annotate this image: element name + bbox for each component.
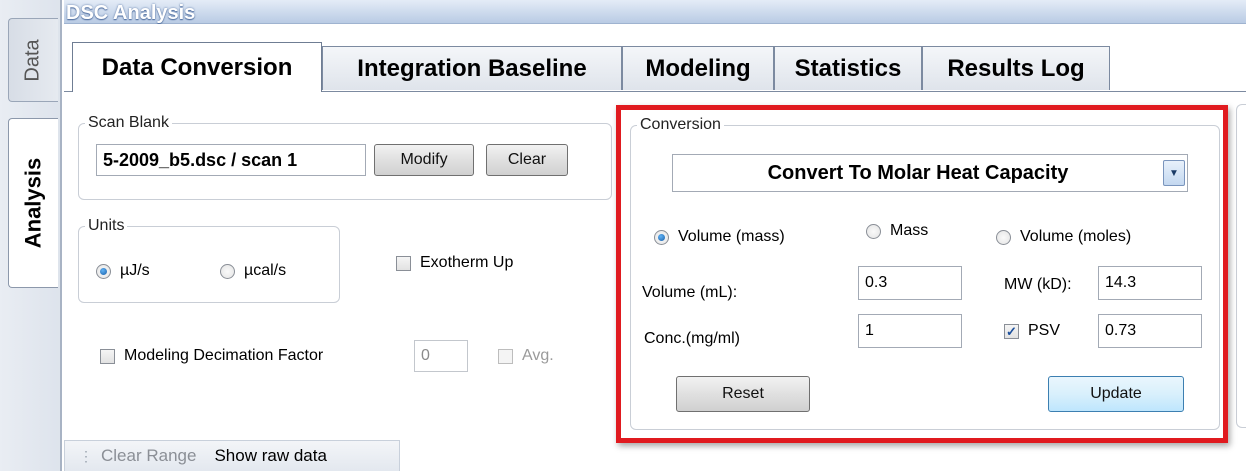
conc-label: Conc.(mg/ml) [644,330,741,347]
decimation-field[interactable]: 0 [414,340,468,372]
volume-mass-label: Volume (mass) [678,228,785,245]
side-tab-data[interactable]: Data [8,18,58,102]
bottom-toolbar: ⋮ Clear Range Show raw data [64,440,400,471]
app-header [64,0,1246,24]
units-group: Units [78,217,340,303]
tab-integration-baseline[interactable]: Integration Baseline [322,46,622,90]
units-ucals-label: µcal/s [244,262,287,279]
conc-field[interactable]: 1 [858,314,962,348]
scan-blank-legend: Scan Blank [88,114,169,131]
show-raw-data-button[interactable]: Show raw data [214,446,326,466]
radio-unselected-icon [866,223,881,239]
radio-unselected-icon [220,263,235,279]
decimation-label: Modeling Decimation Factor [124,347,324,364]
bottom-area [400,455,1246,471]
mw-field[interactable]: 14.3 [1098,266,1202,300]
adjacent-group-edge [1236,104,1246,428]
side-tab-data-label: Data [22,38,44,82]
toolbar-grip-icon[interactable]: ⋮ [79,448,93,465]
tab-statistics[interactable]: Statistics [774,46,922,90]
side-tab-analysis[interactable]: Analysis [8,118,58,288]
app-title: DSC Analysis [66,2,196,24]
volume-label: Volume (mL): [642,284,738,301]
side-strip-divider [60,0,62,471]
units-legend: Units [88,217,125,234]
clear-range-button[interactable]: Clear Range [101,446,196,466]
psv-checkbox[interactable]: ✓ PSV [1004,322,1060,340]
exotherm-up-label: Exotherm Up [420,254,514,271]
tab-modeling[interactable]: Modeling [622,46,774,90]
radio-selected-icon [96,263,111,279]
volume-moles-radio[interactable]: Volume (moles) [996,228,1131,246]
conversion-mode-value: Convert To Molar Heat Capacity [767,161,1069,184]
conversion-mode-dropdown[interactable]: Convert To Molar Heat Capacity ▼ [672,154,1188,192]
chevron-down-icon[interactable]: ▼ [1163,160,1185,186]
checkbox-unchecked-icon [498,348,513,364]
side-tab-analysis-label: Analysis [20,157,46,249]
volume-field[interactable]: 0.3 [858,266,962,300]
radio-selected-icon [654,229,669,245]
units-ujs-label: µJ/s [120,262,150,279]
decimation-checkbox[interactable]: Modeling Decimation Factor [100,347,323,365]
volume-moles-label: Volume (moles) [1020,228,1132,245]
clear-button[interactable]: Clear [486,144,568,176]
radio-unselected-icon [996,229,1011,245]
checkbox-unchecked-icon [100,348,115,364]
update-button[interactable]: Update [1048,376,1184,412]
mw-label: MW (kD): [1004,276,1072,293]
psv-label: PSV [1028,322,1061,339]
reset-button[interactable]: Reset [676,376,810,412]
avg-checkbox[interactable]: Avg. [498,347,554,365]
exotherm-up-checkbox[interactable]: Exotherm Up [396,254,513,272]
modify-button[interactable]: Modify [374,144,474,176]
psv-field[interactable]: 0.73 [1098,314,1202,348]
units-ujs-radio[interactable]: µJ/s [96,262,150,280]
volume-mass-radio[interactable]: Volume (mass) [654,228,785,246]
avg-label: Avg. [522,347,554,364]
tab-data-conversion[interactable]: Data Conversion [72,42,322,92]
mass-radio[interactable]: Mass [866,222,928,240]
scan-blank-field[interactable]: 5-2009_b5.dsc / scan 1 [96,144,366,176]
units-ucals-radio[interactable]: µcal/s [220,262,286,280]
conversion-legend: Conversion [640,116,721,133]
checkbox-unchecked-icon [396,255,411,271]
checkmark-icon: ✓ [1004,323,1019,339]
tab-results-log[interactable]: Results Log [922,46,1110,90]
mass-label: Mass [890,222,929,239]
